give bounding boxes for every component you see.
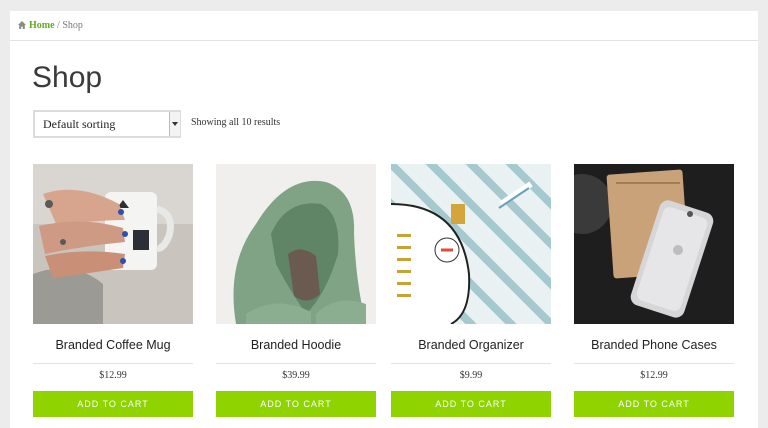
product-price: $9.99 <box>459 370 483 381</box>
add-to-cart-button[interactable]: ADD TO CART <box>574 391 734 417</box>
product-name[interactable]: Branded Coffee Mug <box>33 338 193 355</box>
add-to-cart-button[interactable]: ADD TO CART <box>391 391 551 417</box>
product-image-coffee-mug[interactable] <box>33 164 193 324</box>
product-name[interactable]: Branded Phone Cases <box>574 338 734 355</box>
breadcrumb: Home / Shop <box>10 11 758 41</box>
page-title: Shop <box>32 61 103 94</box>
breadcrumb-separator: / <box>57 20 60 31</box>
chevron-down-icon <box>172 122 178 126</box>
breadcrumb-home-link[interactable]: Home <box>29 20 55 31</box>
product-name[interactable]: Branded Organizer <box>391 338 551 355</box>
home-icon <box>18 21 26 29</box>
divider <box>391 363 551 364</box>
result-count: Showing all 10 results <box>191 117 281 128</box>
product-price: $12.99 <box>640 370 668 381</box>
product-image-phone-cases[interactable] <box>574 164 734 324</box>
product-image-organizer[interactable] <box>391 164 551 324</box>
product-price: $12.99 <box>99 370 127 381</box>
breadcrumb-current: Shop <box>62 20 83 31</box>
product-card-phone-cases: Branded Phone Cases $12.99 ADD TO CART <box>574 164 734 417</box>
sorting-select[interactable]: Default sorting <box>33 110 181 138</box>
sorting-select-value: Default sorting <box>43 117 116 131</box>
product-card-coffee-mug: Branded Coffee Mug $12.99 ADD TO CART <box>33 164 193 417</box>
product-name[interactable]: Branded Hoodie <box>216 338 376 355</box>
divider <box>574 363 734 364</box>
add-to-cart-button[interactable]: ADD TO CART <box>216 391 376 417</box>
product-card-hoodie: Branded Hoodie $39.99 ADD TO CART <box>216 164 376 417</box>
content-card: Home / Shop Shop Default sorting Showing… <box>10 11 758 428</box>
divider <box>216 363 376 364</box>
product-card-organizer: Branded Organizer $9.99 ADD TO CART <box>391 164 551 417</box>
product-image-hoodie[interactable] <box>216 164 376 324</box>
divider <box>33 363 193 364</box>
sorting-dropdown-button[interactable] <box>169 112 180 136</box>
product-price: $39.99 <box>282 370 310 381</box>
add-to-cart-button[interactable]: ADD TO CART <box>33 391 193 417</box>
